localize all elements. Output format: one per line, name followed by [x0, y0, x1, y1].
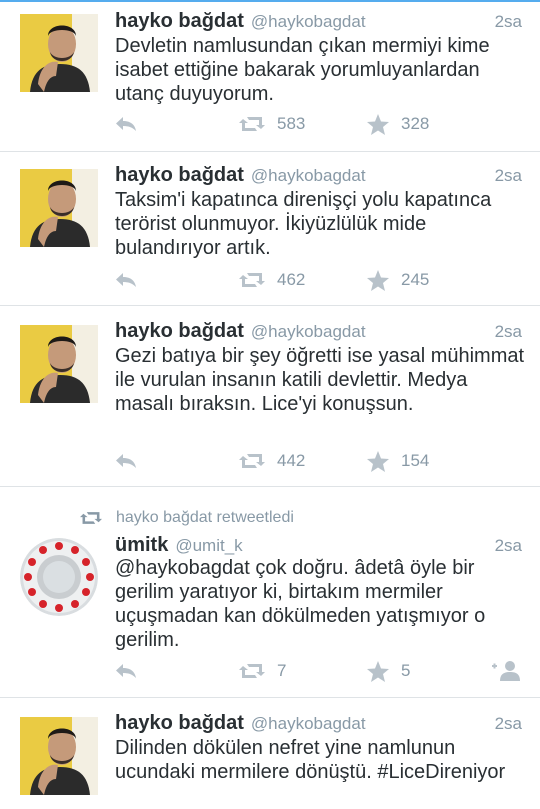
- author-name[interactable]: ümitk: [115, 534, 168, 557]
- author-name[interactable]: hayko bağdat: [115, 320, 244, 343]
- reply-button[interactable]: [115, 268, 137, 292]
- reply-icon: [116, 454, 136, 468]
- favorite-button[interactable]: 328: [367, 112, 429, 136]
- avatar[interactable]: [20, 14, 98, 92]
- author-handle[interactable]: @umit_k: [175, 536, 242, 556]
- retweeted-by-label[interactable]: hayko bağdat retweetledi: [116, 509, 294, 527]
- tweet-actions: 7 5: [115, 659, 526, 683]
- tweet-item[interactable]: hayko bağdat @haykobagdat 2sa Devletin n…: [0, 2, 540, 152]
- retweet-count: 7: [277, 661, 287, 680]
- avatar[interactable]: [20, 538, 98, 616]
- retweet-count: 583: [277, 114, 306, 133]
- retweet-icon: [239, 117, 265, 131]
- tweet-item[interactable]: hayko bağdat @haykobagdat 2sa Taksim'i k…: [0, 153, 540, 306]
- timestamp: 2sa: [494, 322, 522, 341]
- retweet-button[interactable]: 462: [239, 268, 305, 292]
- favorite-count: 5: [401, 661, 411, 680]
- tweet-text: Dilinden dökülen nefret yine namlunun uc…: [115, 737, 506, 783]
- favorite-count: 245: [401, 270, 430, 289]
- star-icon: [367, 113, 389, 135]
- retweet-count: 462: [277, 270, 306, 289]
- reply-button[interactable]: [115, 659, 137, 683]
- profile-photo-hayko: [20, 14, 98, 92]
- profile-photo-hayko: [20, 325, 98, 403]
- tweet-text: Taksim'i kapatınca direnişçi yolu kapatı…: [115, 189, 492, 259]
- tweet-actions: 442 154: [115, 449, 526, 473]
- profile-photo-umit: [20, 538, 98, 616]
- author-handle[interactable]: @haykobagdat: [251, 166, 366, 186]
- favorite-button[interactable]: 5: [367, 659, 410, 683]
- tweet-text: Devletin namlusundan çıkan mermiyi kime …: [115, 35, 490, 105]
- author-handle[interactable]: @haykobagdat: [251, 322, 366, 342]
- author-handle[interactable]: @haykobagdat: [251, 714, 366, 734]
- retweet-context: hayko bağdat retweetledi: [80, 508, 294, 528]
- retweet-count: 442: [277, 451, 306, 470]
- author-name[interactable]: hayko bağdat: [115, 10, 244, 33]
- profile-photo-hayko: [20, 717, 98, 795]
- star-icon: [367, 660, 389, 682]
- reply-icon: [116, 117, 136, 131]
- retweet-button[interactable]: 442: [239, 449, 305, 473]
- retweet-icon: [239, 664, 265, 678]
- avatar[interactable]: [20, 717, 98, 795]
- reply-icon: [116, 664, 136, 678]
- retweet-button[interactable]: 7: [239, 659, 286, 683]
- reply-icon: [116, 273, 136, 287]
- tweet-actions: 583 328: [115, 112, 526, 136]
- follow-user-icon: [492, 661, 520, 681]
- timestamp: 2sa: [494, 166, 522, 185]
- author-name[interactable]: hayko bağdat: [115, 164, 244, 187]
- retweet-icon: [239, 454, 265, 468]
- avatar[interactable]: [20, 169, 98, 247]
- favorite-count: 154: [401, 451, 430, 470]
- timestamp: 2sa: [494, 714, 522, 733]
- favorite-count: 328: [401, 114, 430, 133]
- tweet-text: @haykobagdat çok doğru. âdetâ öyle bir g…: [115, 557, 486, 651]
- retweet-button[interactable]: 583: [239, 112, 305, 136]
- avatar[interactable]: [20, 325, 98, 403]
- tweet-item[interactable]: hayko bağdat @haykobagdat 2sa Gezi batıy…: [0, 307, 540, 487]
- favorite-button[interactable]: 245: [367, 268, 429, 292]
- favorite-button[interactable]: 154: [367, 449, 429, 473]
- star-icon: [367, 450, 389, 472]
- follow-button[interactable]: [490, 659, 522, 683]
- author-name[interactable]: hayko bağdat: [115, 712, 244, 735]
- tweet-actions: 462 245: [115, 268, 526, 292]
- tweet-text: Gezi batıya bir şey öğretti ise yasal mü…: [115, 345, 525, 415]
- retweet-icon: [239, 273, 265, 287]
- reply-button[interactable]: [115, 449, 137, 473]
- profile-photo-hayko: [20, 169, 98, 247]
- timestamp: 2sa: [494, 12, 522, 31]
- timestamp: 2sa: [494, 536, 522, 555]
- tweet-item[interactable]: hayko bağdat retweetledi ümitk @umit_k 2…: [0, 488, 540, 698]
- reply-button[interactable]: [115, 112, 137, 136]
- author-handle[interactable]: @haykobagdat: [251, 12, 366, 32]
- retweet-icon: [80, 512, 102, 524]
- star-icon: [367, 269, 389, 291]
- tweet-item[interactable]: hayko bağdat @haykobagdat 2sa Dilinden d…: [0, 699, 540, 809]
